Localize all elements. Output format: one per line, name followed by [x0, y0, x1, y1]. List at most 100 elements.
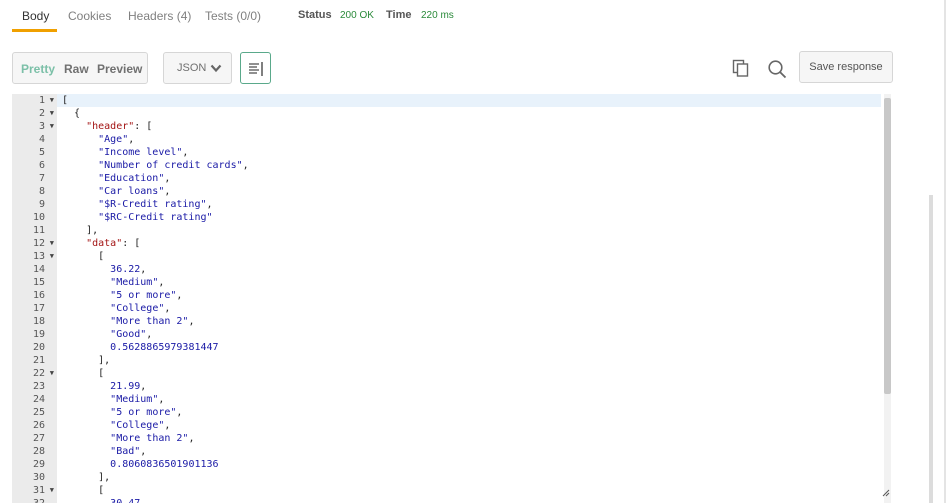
code-line: "Income level",	[98, 147, 189, 158]
tab-headers[interactable]: Headers (4)	[128, 9, 191, 23]
fold-toggle-icon[interactable]: ▼	[50, 367, 54, 380]
status-label: Status	[298, 9, 332, 21]
active-tab-indicator	[12, 29, 57, 32]
line-number: 12 ▼	[32, 237, 54, 250]
line-number: 30	[32, 472, 45, 483]
line-number: 3 ▼	[38, 120, 54, 133]
line-number: 27	[32, 433, 45, 444]
wrap-lines-icon	[249, 62, 263, 76]
code-line: "More than 2",	[110, 316, 195, 327]
search-icon[interactable]	[767, 59, 787, 79]
code-line: [	[62, 368, 105, 379]
code-line: ],	[62, 355, 111, 366]
code-line: "data": [	[86, 238, 141, 249]
code-line: [	[62, 95, 69, 106]
code-line: [	[62, 251, 105, 262]
fold-toggle-icon[interactable]: ▼	[50, 237, 54, 250]
code-area[interactable]: [ { "header": [ "Age", "Income level", "…	[57, 94, 885, 503]
code-line: "$R-Credit rating",	[98, 199, 213, 210]
tab-tests[interactable]: Tests (0/0)	[205, 9, 261, 23]
line-number: 4	[38, 134, 45, 145]
line-number: 29	[32, 459, 45, 470]
line-number: 23	[32, 381, 45, 392]
pretty-button[interactable]: Pretty	[21, 62, 55, 76]
page-scrollbar[interactable]	[929, 195, 933, 503]
line-number: 2 ▼	[38, 107, 54, 120]
response-toolbar: Pretty Raw Preview JSON Save response	[0, 50, 946, 86]
raw-button[interactable]: Raw	[64, 62, 89, 76]
code-line: "Good",	[110, 329, 153, 340]
code-line: "Medium",	[110, 394, 165, 405]
line-number: 7	[38, 173, 45, 184]
line-number: 21	[32, 355, 45, 366]
line-number: 14	[32, 264, 45, 275]
tab-cookies[interactable]: Cookies	[68, 9, 111, 23]
code-line: "Number of credit cards",	[98, 160, 249, 171]
line-number: 20	[32, 342, 45, 353]
line-number: 15	[32, 277, 45, 288]
editor-scroll-thumb[interactable]	[884, 98, 891, 394]
line-number: 16	[32, 290, 45, 301]
line-number: 13 ▼	[32, 250, 54, 263]
code-line: "College",	[110, 420, 171, 431]
format-select-value: JSON	[177, 62, 207, 74]
code-line: ],	[62, 472, 111, 483]
line-number: 28	[32, 446, 45, 457]
code-line: 21.99,	[110, 381, 147, 392]
line-number: 8	[38, 186, 45, 197]
line-number: 9	[38, 199, 45, 210]
code-line: "header": [	[86, 121, 153, 132]
line-number: 6	[38, 160, 45, 171]
code-line: 36.22,	[110, 264, 147, 275]
format-select[interactable]: JSON	[163, 52, 232, 84]
editor-scrollbar[interactable]	[884, 94, 891, 503]
line-number-gutter: 1 ▼ 2 ▼ 3 ▼ 4 5 6 7 8 9 10 11 12 ▼ 13 ▼ 14 15 16 17 18 19 20 21 22…	[12, 94, 57, 503]
save-response-button[interactable]: Save response	[799, 51, 893, 83]
tab-body[interactable]: Body	[22, 9, 49, 23]
preview-button[interactable]: Preview	[97, 62, 142, 76]
line-number: 25	[32, 407, 45, 418]
code-line: ],	[62, 225, 99, 236]
line-number: 11	[32, 225, 45, 236]
code-line: [	[62, 485, 105, 496]
fold-toggle-icon[interactable]: ▼	[50, 94, 54, 107]
time-value: 220 ms	[421, 10, 454, 21]
code-line: "5 or more",	[110, 290, 183, 301]
code-line: "College",	[110, 303, 171, 314]
line-number: 32	[12, 497, 57, 503]
line-number: 1 ▼	[38, 94, 54, 107]
line-number: 26	[32, 420, 45, 431]
code-line: "Medium",	[110, 277, 165, 288]
code-line: 30.47,	[62, 497, 146, 503]
code-line: "Bad",	[110, 446, 147, 457]
fold-toggle-icon[interactable]: ▼	[50, 484, 54, 497]
response-tabs: Body Cookies Headers (4) Tests (0/0) Sta…	[0, 0, 946, 34]
code-line: "More than 2",	[110, 433, 195, 444]
line-number: 17	[32, 303, 45, 314]
code-line: 0.5628865979381447	[110, 342, 219, 353]
copy-icon[interactable]	[731, 58, 751, 78]
code-line: "Car loans",	[98, 186, 171, 197]
line-number: 19	[32, 329, 45, 340]
wrap-lines-button[interactable]	[240, 52, 271, 84]
code-line: 0.8060836501901136	[110, 459, 219, 470]
chevron-down-icon	[210, 64, 222, 73]
line-number: 18	[32, 316, 45, 327]
fold-toggle-icon[interactable]: ▼	[50, 120, 54, 133]
line-number: 22 ▼	[32, 367, 54, 380]
time-label: Time	[386, 9, 412, 21]
code-line: "$RC-Credit rating"	[98, 212, 213, 223]
line-number: 24	[32, 394, 45, 405]
response-body-editor[interactable]: 1 ▼ 2 ▼ 3 ▼ 4 5 6 7 8 9 10 11 12 ▼ 13 ▼ 14 15 16 17 18 19 20 21 22…	[12, 94, 892, 503]
code-line: "Education",	[98, 173, 171, 184]
line-number: 31 ▼	[32, 484, 54, 497]
code-line: "Age",	[98, 134, 135, 145]
view-mode-group: Pretty Raw Preview	[12, 52, 148, 84]
fold-toggle-icon[interactable]: ▼	[50, 250, 54, 263]
status-value: 200 OK	[340, 10, 374, 21]
line-number: 5	[38, 147, 45, 158]
line-number: 10	[32, 212, 45, 223]
resize-handle-icon[interactable]	[882, 489, 890, 497]
fold-toggle-icon[interactable]: ▼	[50, 107, 54, 120]
active-line-highlight	[57, 94, 881, 107]
